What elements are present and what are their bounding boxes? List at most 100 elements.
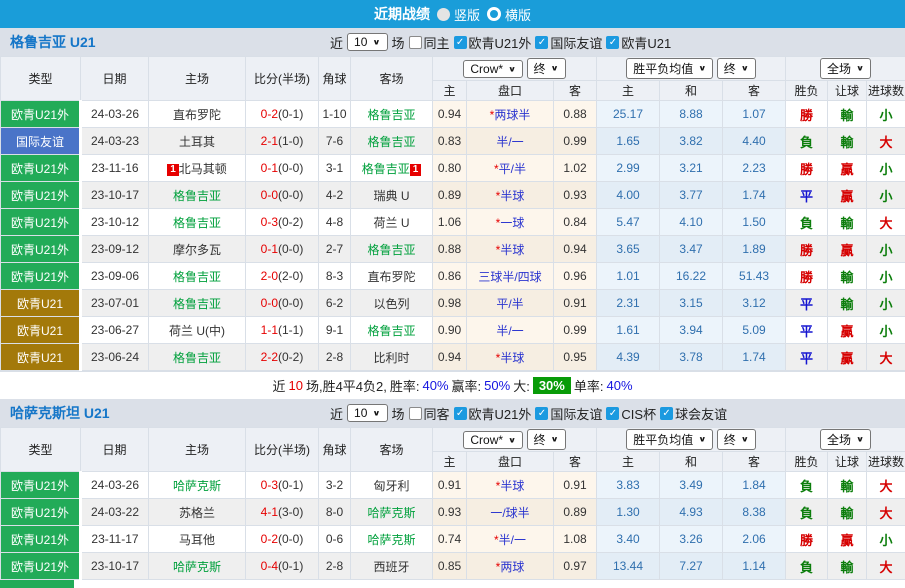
checkbox-checked-icon[interactable]: ✓ (535, 35, 549, 49)
odds-final-value: 终 (533, 62, 546, 76)
corner-score: 8-3 (318, 262, 351, 290)
text: (0-1) (278, 107, 304, 121)
match-date: 24-03-23 (80, 127, 149, 155)
home-team: 格鲁吉亚 (148, 262, 246, 290)
near-count-select[interactable]: 10 ∨ (347, 33, 388, 51)
result-winloss: 平 (785, 289, 829, 317)
away-odds: 0.91 (552, 289, 598, 317)
match-score: 0-4(0-1) (245, 552, 319, 580)
mean-source-select[interactable]: 胜平负均值 ∨ (626, 58, 714, 79)
match-row: 国际友谊 24-03-23 土耳其 2-1(1-0) 7-6 格鲁吉亚 0.83 半/一 0.9… (0, 127, 905, 155)
away-odds: 0.93 (552, 181, 598, 209)
checkbox-checked-icon[interactable]: ✓ (660, 406, 674, 420)
checkbox-checked-icon[interactable]: ✓ (606, 406, 620, 420)
mean-draw: 3.26 (659, 525, 724, 553)
mean-away: 51.43 (722, 262, 787, 290)
league-checkbox-2[interactable]: ✓ CIS杯 (606, 404, 656, 423)
big-rate-label: 大: (513, 379, 530, 394)
scope-select[interactable]: 全场 ∨ (819, 58, 872, 79)
text: 格鲁吉亚 (367, 134, 416, 149)
home-team: 直布罗陀 (148, 100, 246, 128)
chevron-down-icon: ∨ (740, 64, 749, 73)
result-goals: 小 (866, 262, 905, 290)
near-label: 近 (330, 406, 344, 422)
odds-final-select[interactable]: 终 ∨ (526, 58, 566, 79)
match-date: 23-11-16 (80, 154, 149, 182)
column-header-winloss: 胜负 (785, 80, 829, 101)
column-header-date: 日期 (80, 427, 149, 472)
same-venue-checkbox[interactable]: 同客 (408, 404, 450, 423)
result-goals: 大 (866, 498, 905, 526)
mean-draw: 3.77 (659, 181, 724, 209)
scope-select[interactable]: 全场 ∨ (819, 429, 872, 450)
radio-horizontal[interactable]: 横版 (487, 5, 531, 24)
text: (0-2) (278, 350, 304, 364)
mean-draw: 4.10 (659, 208, 724, 236)
league-checkbox-3[interactable]: ✓ 球会友谊 (660, 404, 727, 423)
column-header-mean-away: 客 (722, 451, 787, 472)
away-team: 格鲁吉亚 (350, 127, 433, 155)
scope-value: 全场 (826, 433, 851, 447)
mean-source-value: 胜平负均值 (633, 433, 694, 447)
competition-badge: 欧青U21外 (0, 235, 82, 263)
checkbox-checked-icon[interactable]: ✓ (535, 406, 549, 420)
league-checkbox-2[interactable]: ✓ 欧青U21 (606, 33, 671, 52)
checkbox-checked-icon[interactable]: ✓ (453, 35, 467, 49)
text: 0-1 (260, 242, 278, 256)
checkbox-unchecked-icon[interactable] (408, 35, 422, 49)
summary-count: 10 (288, 378, 303, 393)
checkbox-unchecked-icon[interactable] (408, 406, 422, 420)
away-team: 哈萨克斯 (350, 498, 433, 526)
mean-draw: 3.78 (659, 343, 724, 371)
text: 0-2 (260, 532, 278, 546)
radio-selected-icon[interactable] (436, 7, 450, 21)
clipped-next-row (0, 580, 905, 588)
column-header-type: 类型 (0, 427, 81, 472)
column-header-handicap: 盘口 (466, 451, 554, 472)
mean-final-select[interactable]: 终 ∨ (716, 429, 756, 450)
home-odds: 0.94 (432, 343, 467, 371)
text: 2-1 (260, 134, 278, 148)
column-header-home: 主场 (148, 56, 246, 101)
text: 4-1 (260, 505, 278, 519)
corner-score: 7-6 (318, 127, 351, 155)
result-winloss: 勝 (785, 100, 829, 128)
near-count-select[interactable]: 10 ∨ (347, 404, 388, 422)
mean-final-select[interactable]: 终 ∨ (716, 58, 756, 79)
text: 马耳他 (178, 532, 215, 547)
league-checkbox-0[interactable]: ✓ 欧青U21外 (453, 33, 531, 52)
radio-unselected-icon[interactable] (487, 7, 501, 21)
odds-final-select[interactable]: 终 ∨ (526, 429, 566, 450)
league-checkbox-1[interactable]: ✓ 国际友谊 (535, 404, 602, 423)
home-team: 哈萨克斯 (148, 552, 246, 580)
odds-source-select[interactable]: Crow* ∨ (463, 60, 524, 78)
text: (0-0) (278, 161, 304, 175)
mean-final-value: 终 (723, 433, 736, 447)
league-checkbox-1[interactable]: ✓ 国际友谊 (535, 33, 602, 52)
home-odds: 0.88 (432, 235, 467, 263)
league-checkbox-0[interactable]: ✓ 欧青U21外 (453, 404, 531, 423)
home-odds: 0.74 (432, 525, 467, 553)
home-team: 荷兰 U(中) (148, 316, 246, 344)
home-odds: 0.94 (432, 100, 467, 128)
league-label: 球会友谊 (675, 406, 728, 422)
corner-score: 4-2 (318, 181, 351, 209)
radio-vertical[interactable]: 竖版 (436, 5, 480, 24)
big-rate-badge: 30% (532, 377, 571, 394)
odds-source-select[interactable]: Crow* ∨ (463, 431, 524, 449)
league-label: 欧青U21 (621, 35, 672, 51)
checkbox-checked-icon[interactable]: ✓ (453, 406, 467, 420)
corner-score: 1-10 (318, 100, 351, 128)
match-score: 0-2(0-1) (245, 100, 319, 128)
competition-badge: 国际友谊 (0, 127, 82, 155)
matches-table-georgia: 类型 日期 主场 比分(半场) 角球 客场 Crow* ∨ 终 ∨ 胜平负均值 ∨ 终… (0, 56, 905, 371)
checkbox-checked-icon[interactable]: ✓ (606, 35, 620, 49)
text: 两球 (500, 559, 525, 574)
mean-away: 2.06 (722, 525, 787, 553)
result-winloss: 負 (785, 471, 829, 499)
text: 西班牙 (373, 559, 410, 574)
match-row: 欧青U21外 24-03-22 苏格兰 4-1(3-0) 8-0 哈萨克斯 0.93 一/球半… (0, 498, 905, 526)
same-venue-checkbox[interactable]: 同主 (408, 33, 450, 52)
match-row: 欧青U21 23-07-01 格鲁吉亚 0-0(0-0) 6-2 以色列 0.98 平/半 0.… (0, 289, 905, 317)
mean-source-select[interactable]: 胜平负均值 ∨ (626, 429, 714, 450)
